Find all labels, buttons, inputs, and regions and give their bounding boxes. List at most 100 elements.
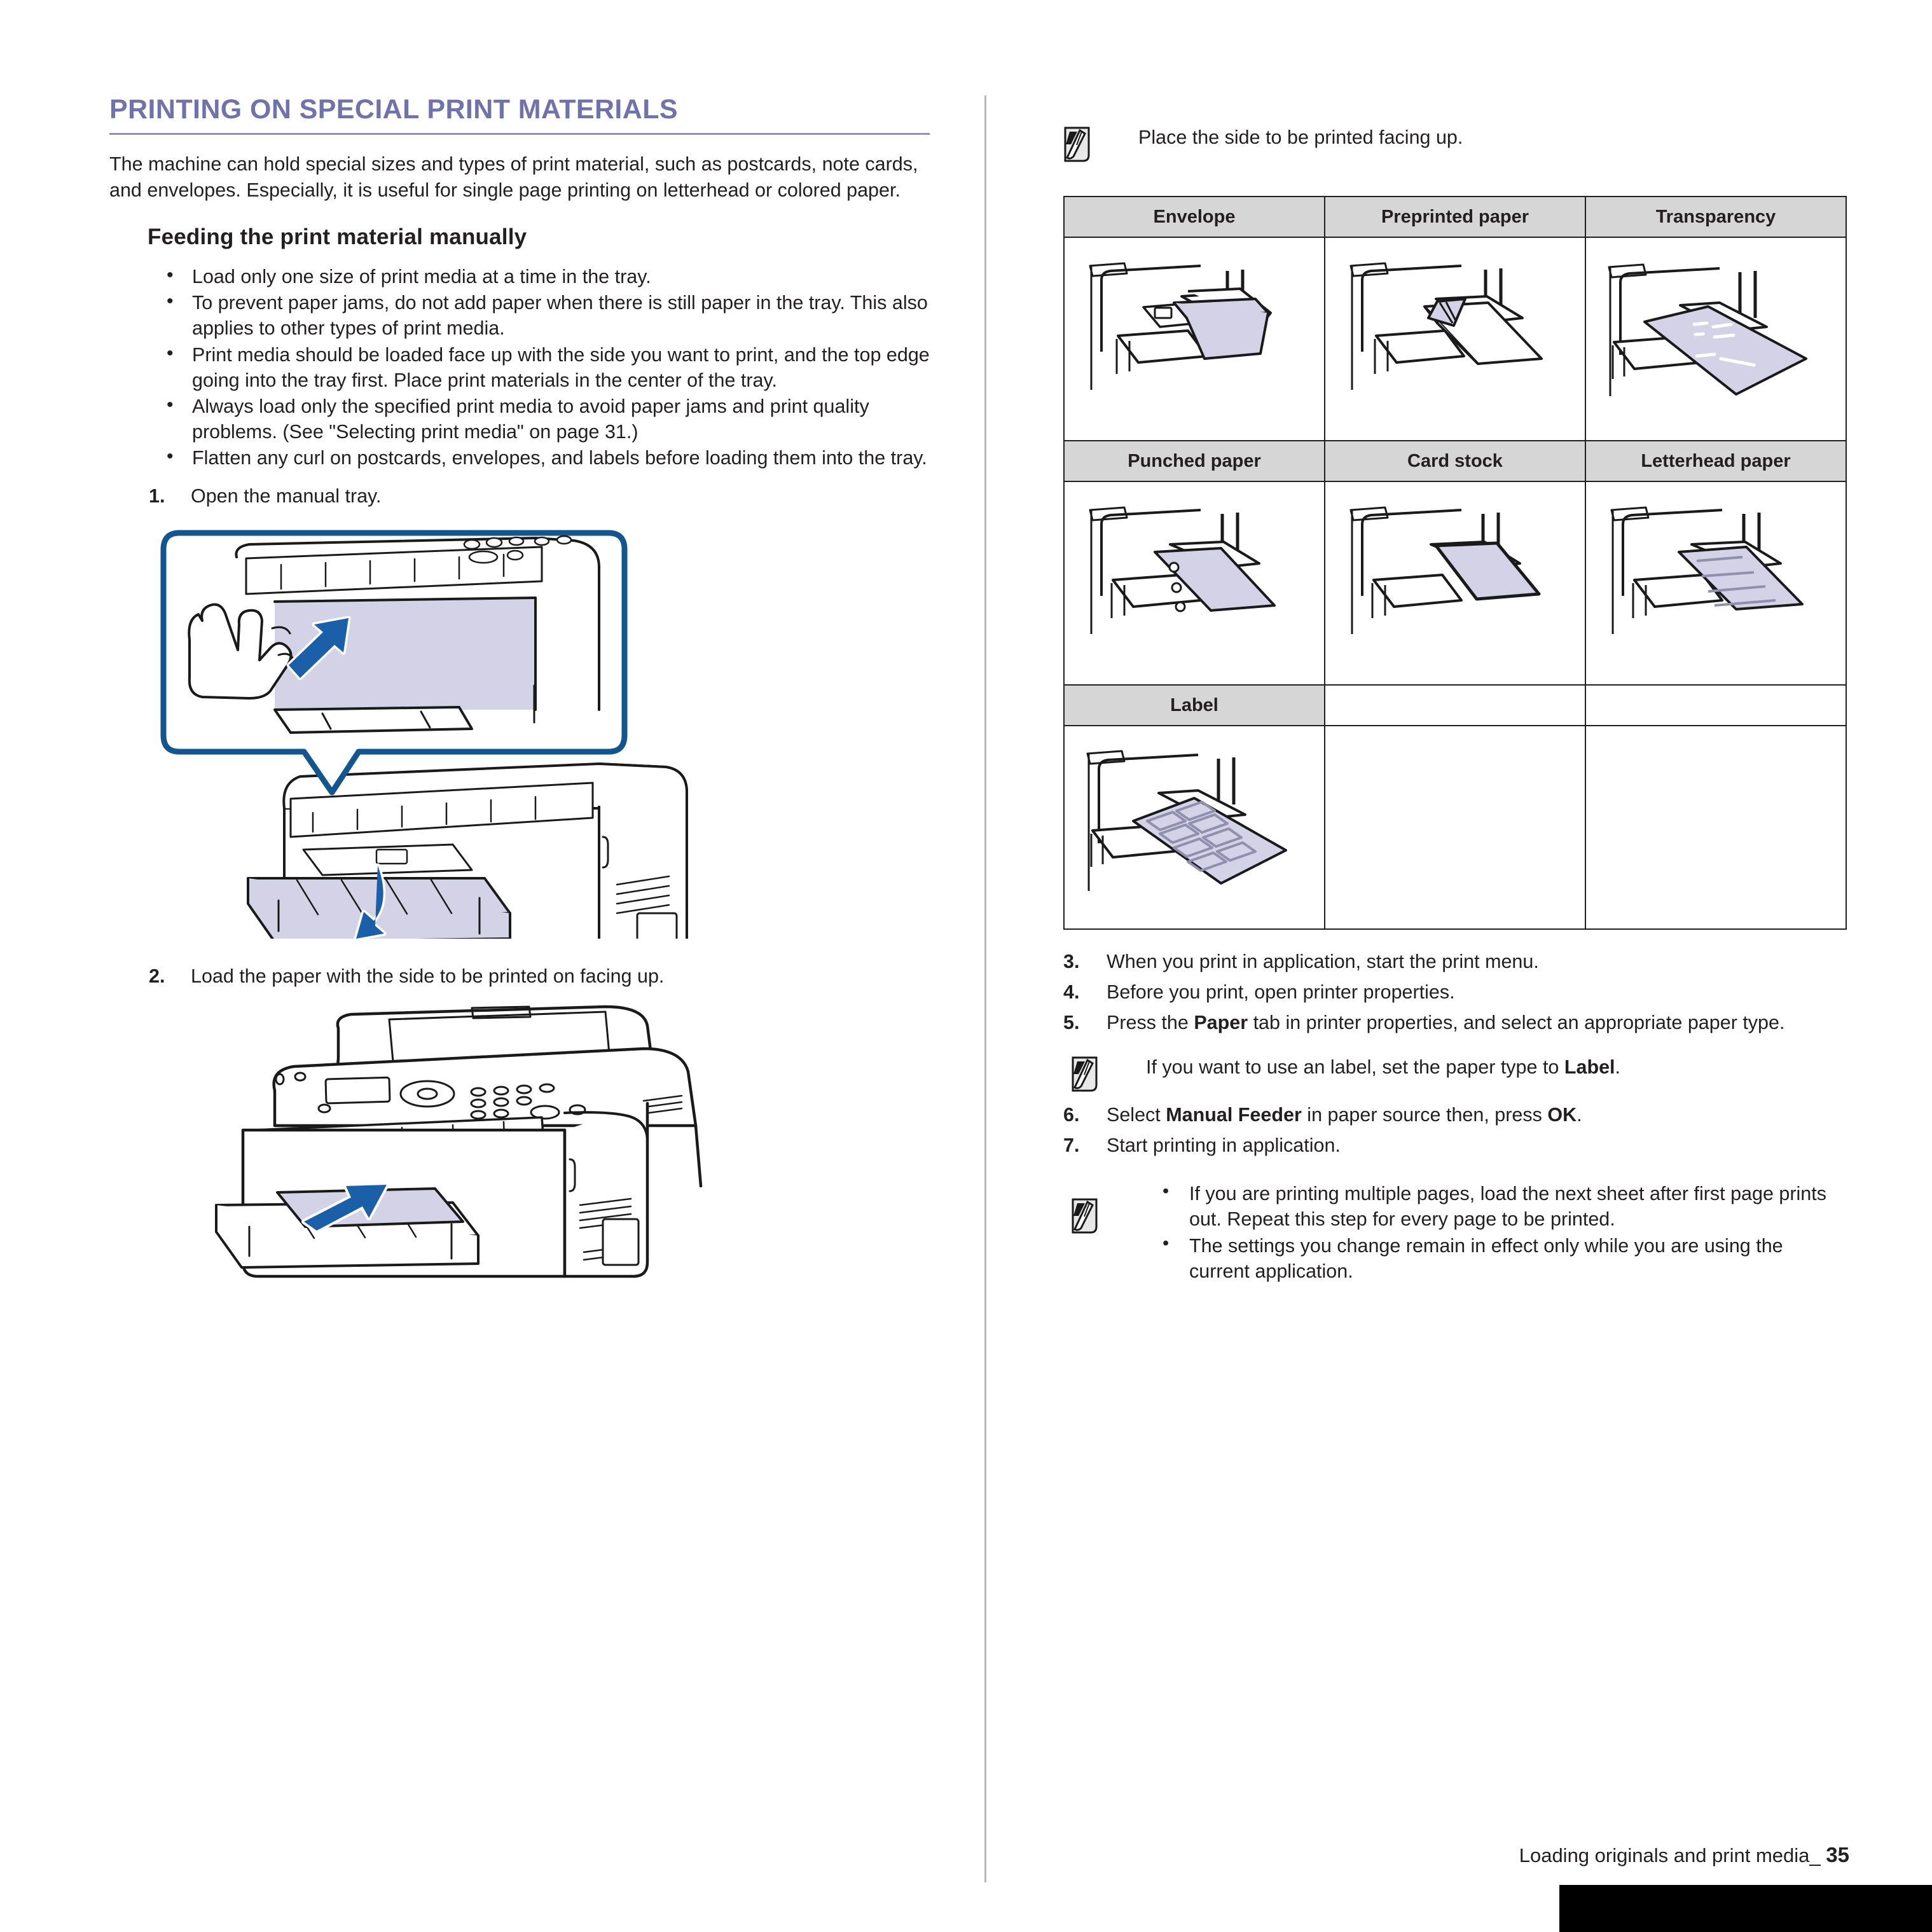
table-header-card-stock: Card stock — [1324, 440, 1586, 482]
table-row — [1063, 237, 1847, 441]
note-icon — [1064, 127, 1090, 162]
table-header-envelope: Envelope — [1063, 196, 1325, 238]
punched-paper-in-tray-illustration — [1089, 506, 1276, 634]
step-text-mid: in paper source then, press — [1301, 1103, 1548, 1126]
step-number: 3. — [1063, 951, 1080, 972]
footer-chapter-title: Loading originals and print media_ — [1519, 1844, 1821, 1866]
printer-open-manual-tray-illustration — [160, 530, 688, 976]
step-number: 4. — [1063, 981, 1080, 1004]
table-cell-empty — [1324, 725, 1586, 930]
bullet-dot-icon: • — [167, 445, 174, 467]
step-text-post: . — [1577, 1103, 1582, 1126]
list-item: • To prevent paper jams, do not add paper… — [109, 290, 936, 341]
bullet-dot-icon: • — [167, 265, 174, 286]
table-header-letterhead-paper: Letterhead paper — [1585, 440, 1847, 482]
list-item: • Always load only the specified print me… — [109, 394, 936, 445]
transparency-in-tray-illustration — [1608, 263, 1807, 396]
bullet-text: The settings you change remain in effect… — [1189, 1235, 1783, 1283]
step-text: Open the manual tray. — [191, 485, 382, 507]
page-title: PRINTING ON SPECIAL PRINT MATERIALS — [109, 94, 678, 125]
intro-paragraph: The machine can hold special sizes and t… — [109, 153, 918, 201]
list-item: • Print media should be loaded face up wi… — [109, 342, 936, 393]
step-number: 6. — [1063, 1103, 1080, 1126]
step-emphasis-ok: OK — [1547, 1103, 1577, 1126]
procedure-steps-6-7: 6. Select Manual Feeder in paper source t… — [1063, 1102, 1847, 1158]
step-text: Start printing in application. — [1107, 1134, 1341, 1156]
page-number: 35 — [1826, 1843, 1849, 1866]
list-item: • If you are printing multiple pages, loa… — [1146, 1181, 1847, 1232]
cell-punched-paper-image — [1063, 481, 1325, 686]
table-cell-empty — [1585, 725, 1847, 930]
bullet-dot-icon: • — [167, 394, 174, 415]
table-row: Envelope Preprinted paper Transparency — [1063, 196, 1847, 238]
bullet-text: Load only one size of print media at a t… — [192, 266, 651, 288]
cell-letterhead-paper-image — [1585, 481, 1847, 686]
step-number: 2. — [149, 965, 165, 988]
list-item: 5. Press the Paper tab in printer propert… — [1063, 1010, 1847, 1035]
note-text: Place the side to be printed facing up. — [1138, 127, 1463, 148]
procedure-step-1: 1. Open the manual tray. — [109, 483, 936, 509]
list-item: • Flatten any curl on postcards, envelope… — [109, 445, 936, 471]
step-emphasis-paper: Paper — [1194, 1012, 1248, 1034]
right-column: Place the side to be printed facing up. … — [1063, 125, 1847, 1285]
table-header-transparency: Transparency — [1585, 196, 1847, 238]
table-cell-empty — [1585, 684, 1847, 726]
bullet-text: If you are printing multiple pages, load… — [1189, 1183, 1826, 1231]
bullet-dot-icon: • — [167, 291, 174, 312]
note-emphasis-label: Label — [1564, 1056, 1615, 1079]
left-column: PRINTING ON SPECIAL PRINT MATERIALS The … — [109, 95, 936, 1316]
bullet-text: Print media should be loaded face up wit… — [192, 343, 930, 391]
step-number: 5. — [1063, 1012, 1080, 1034]
note-icon — [1072, 1056, 1098, 1092]
step-text: When you print in application, start the… — [1107, 951, 1539, 972]
subsection-heading: Feeding the print material manually — [148, 224, 527, 250]
list-item: 1. Open the manual tray. — [109, 483, 936, 509]
table-row: Label — [1063, 684, 1847, 726]
bullet-dot-icon: • — [1163, 1181, 1170, 1202]
step-text-pre: Press the — [1107, 1012, 1194, 1034]
note-text-pre: If you want to use an label, set the pap… — [1146, 1056, 1564, 1079]
footer-black-bar — [1559, 1885, 1932, 1932]
printer-load-paper-illustration — [215, 1005, 703, 1278]
step-text: Before you print, open printer propertie… — [1107, 981, 1455, 1004]
list-item: 7. Start printing in application. — [1063, 1133, 1847, 1158]
step-emphasis-manual-feeder: Manual Feeder — [1166, 1103, 1302, 1126]
list-item: 2. Load the paper with the side to be pr… — [109, 963, 936, 989]
table-row: Punched paper Card stock Letterhead pape… — [1063, 440, 1847, 482]
list-item: 4. Before you print, open printer proper… — [1063, 979, 1847, 1005]
table-row — [1063, 725, 1847, 930]
note-icon — [1072, 1198, 1098, 1234]
card-stock-in-tray-illustration — [1349, 506, 1541, 634]
step-text-post: tab in printer properties, and select an… — [1248, 1012, 1785, 1034]
guidelines-bullet-list: • Load only one size of print media at a … — [109, 264, 936, 471]
list-item: 6. Select Manual Feeder in paper source t… — [1063, 1102, 1847, 1128]
cell-preprinted-paper-image — [1324, 237, 1586, 441]
procedure-step-2: 2. Load the paper with the side to be pr… — [109, 963, 936, 989]
note-use-label-paper-type: If you want to use an label, set the pap… — [1071, 1054, 1847, 1092]
bullet-text: To prevent paper jams, do not add paper … — [192, 292, 928, 340]
cell-envelope-image — [1063, 237, 1325, 441]
note-bullet-list: • If you are printing multiple pages, loa… — [1146, 1181, 1847, 1284]
table-cell-empty — [1324, 684, 1586, 726]
cell-card-stock-image — [1324, 481, 1586, 686]
figure-open-manual-tray — [109, 519, 936, 976]
note-multiple-pages-settings: • If you are printing multiple pages, loa… — [1071, 1181, 1847, 1284]
step-text-pre: Select — [1107, 1103, 1166, 1126]
procedure-steps-3-5: 3. When you print in application, start … — [1063, 949, 1847, 1035]
step-text: Load the paper with the side to be print… — [191, 965, 665, 988]
table-header-preprinted-paper: Preprinted paper — [1324, 196, 1586, 238]
bullet-text: Always load only the specified print med… — [192, 395, 869, 443]
cell-label-image — [1063, 725, 1325, 930]
letterhead-paper-in-tray-illustration — [1610, 506, 1804, 634]
note-place-side-printed-facing-up: Place the side to be printed facing up. — [1063, 125, 1847, 169]
bullet-text: Flatten any curl on postcards, envelopes… — [192, 446, 927, 469]
cell-transparency-image — [1585, 237, 1847, 441]
list-item: • The settings you change remain in effec… — [1146, 1233, 1847, 1284]
note-text-post: . — [1615, 1056, 1621, 1079]
bullet-dot-icon: • — [1163, 1233, 1170, 1254]
document-page: PRINTING ON SPECIAL PRINT MATERIALS The … — [0, 0, 1932, 1932]
column-separator — [984, 95, 986, 1882]
list-item: 3. When you print in application, start … — [1063, 949, 1847, 974]
envelope-in-tray-illustration — [1089, 262, 1272, 390]
step-number: 1. — [149, 485, 165, 507]
